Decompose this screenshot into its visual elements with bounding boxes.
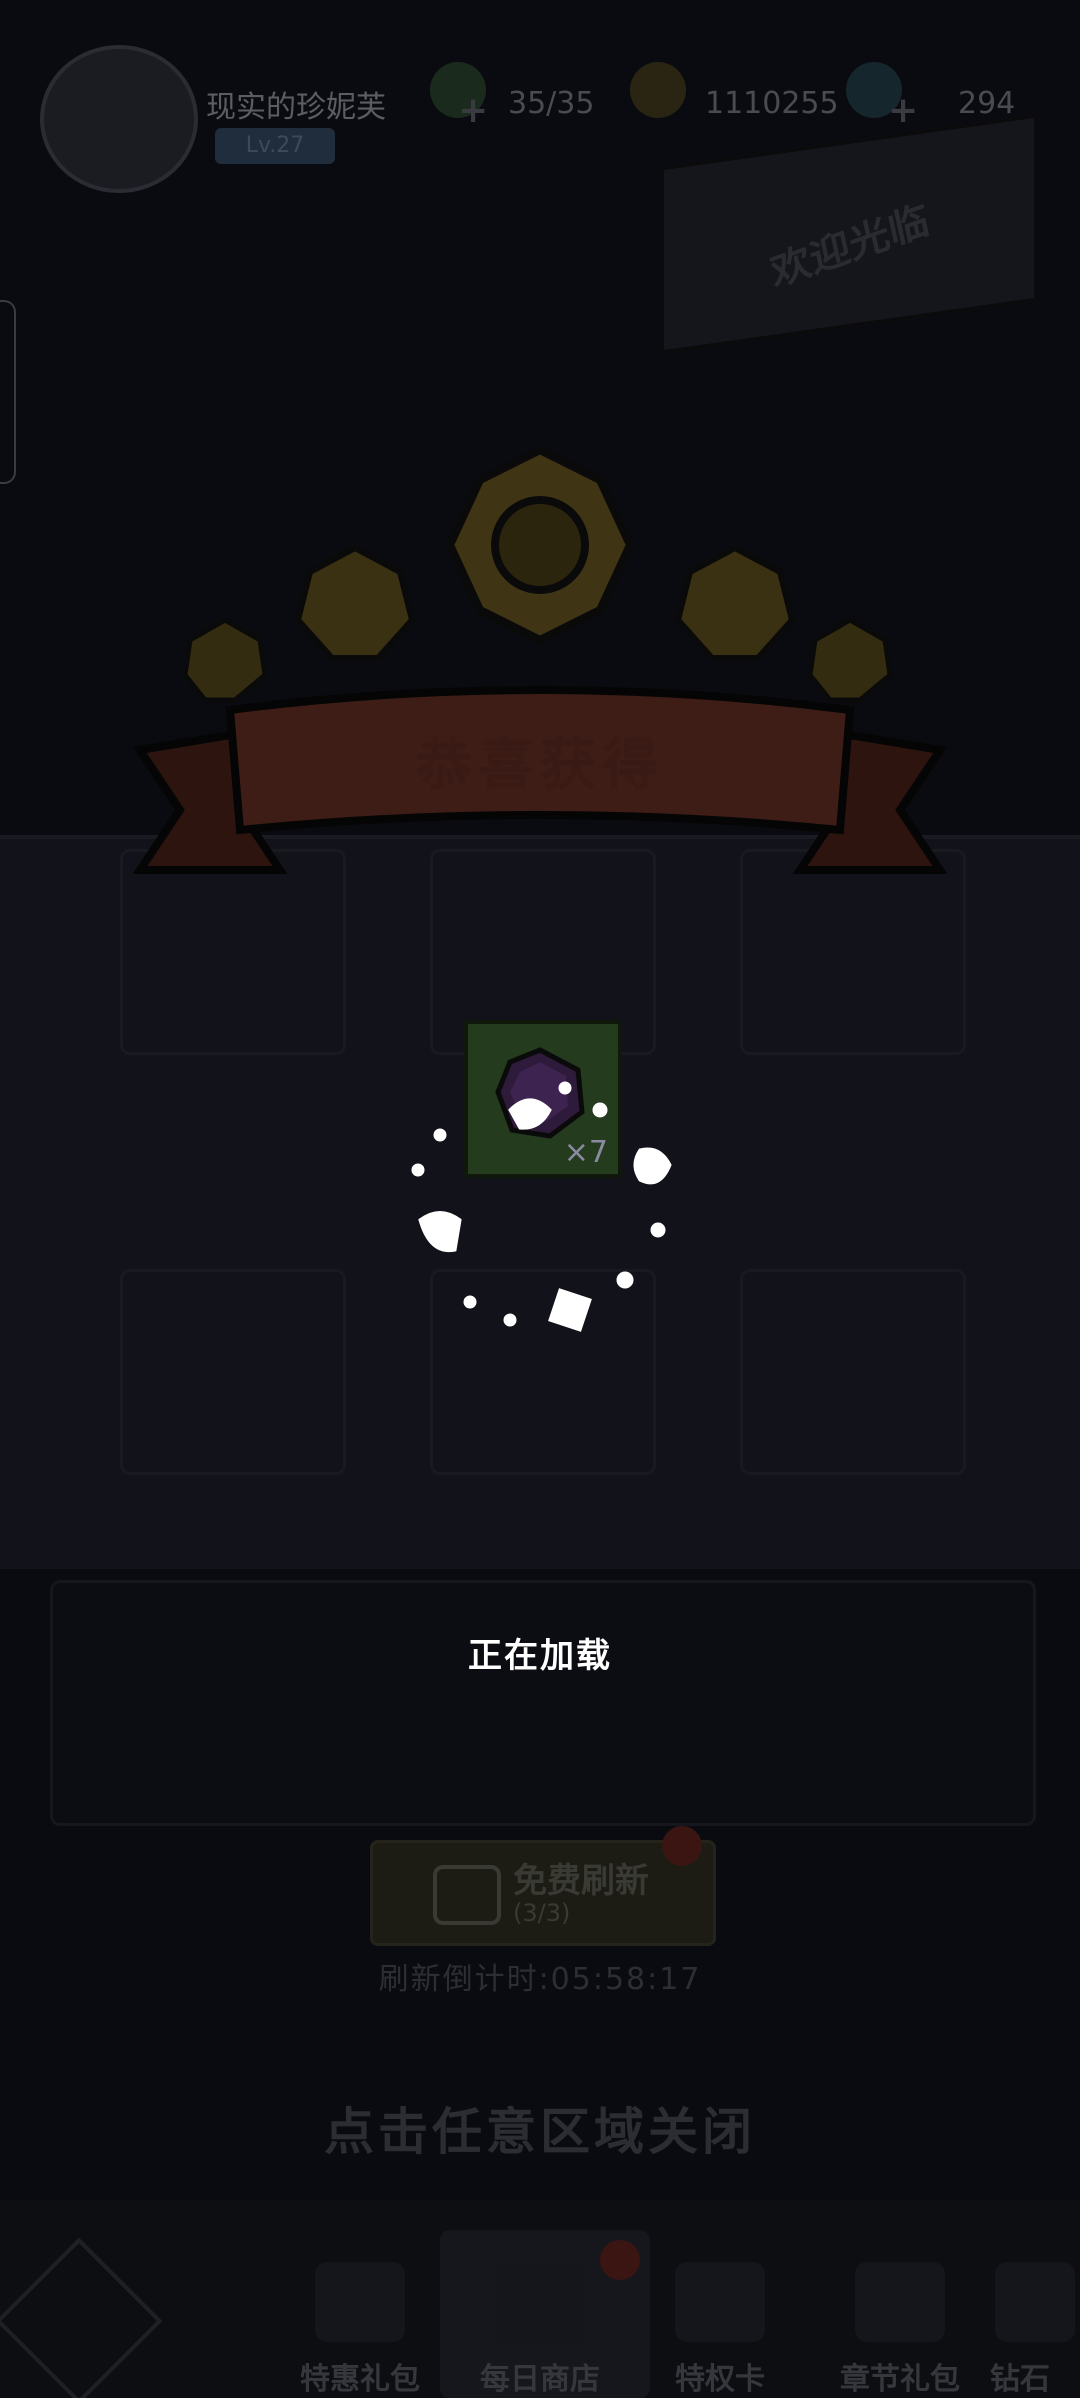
gold-coin-icon <box>630 62 686 118</box>
diamond-icon <box>995 2262 1075 2342</box>
nav-item-chapter-gift[interactable]: 章节礼包 <box>815 2262 985 2397</box>
gift-box-icon <box>495 2262 585 2342</box>
gold-value: 1110255 <box>705 86 839 121</box>
nav-item-label: 每日商店 <box>480 2362 600 2397</box>
shop-item-card[interactable] <box>740 1269 966 1475</box>
shopkeeper-speech-bubble: 欢迎光临 <box>660 113 1038 355</box>
flower-decoration-left <box>294 544 416 661</box>
welcome-text: 欢迎光临 <box>766 197 933 297</box>
player-avatar[interactable] <box>40 45 198 193</box>
flower-decoration <box>445 445 635 645</box>
refresh-timer: 刷新倒计时:05:58:17 <box>378 1962 702 1997</box>
card-icon <box>675 2262 765 2342</box>
nav-item-label: 特惠礼包 <box>300 2362 420 2397</box>
diamond-value: 294 <box>958 86 1016 121</box>
shop-item-card[interactable] <box>120 1269 346 1475</box>
notification-dot <box>662 1826 702 1866</box>
nav-item-label: 特权卡 <box>675 2362 765 2397</box>
congrats-title: 恭喜获得 <box>416 733 664 798</box>
loading-text: 正在加载 <box>468 1636 612 1676</box>
player-level: Lv.27 <box>215 128 335 164</box>
shop-lower-panel <box>50 1580 1036 1826</box>
refresh-count: (3/3) <box>513 1899 571 1927</box>
close-hint[interactable]: 点击任意区域关闭 <box>0 2092 1080 2164</box>
stamina-value: 35/35 <box>508 86 595 121</box>
lightning-gift-icon <box>315 2262 405 2342</box>
nav-item-privilege-card[interactable]: 特权卡 <box>635 2262 805 2397</box>
nav-item-diamond[interactable]: 钻石 <box>990 2262 1080 2392</box>
nav-item-special-offer[interactable]: 特惠礼包 <box>275 2262 445 2397</box>
chapter-gift-icon <box>855 2262 945 2342</box>
add-stamina-icon[interactable]: + <box>458 90 488 131</box>
loading-spinner-icon <box>411 1081 672 1332</box>
flower-decoration-right <box>674 544 796 661</box>
add-diamond-icon[interactable]: + <box>888 90 918 131</box>
refresh-label: 免费刷新 <box>513 1861 649 1901</box>
nav-item-daily-shop[interactable]: 每日商店 <box>455 2262 625 2397</box>
side-tab[interactable] <box>0 300 16 484</box>
nav-item-label: 章节礼包 <box>840 2362 960 2397</box>
player-name: 现实的珍妮芙 <box>206 90 386 125</box>
video-play-icon <box>433 1865 501 1925</box>
nav-item-label: 钻石 <box>990 2362 1050 2392</box>
